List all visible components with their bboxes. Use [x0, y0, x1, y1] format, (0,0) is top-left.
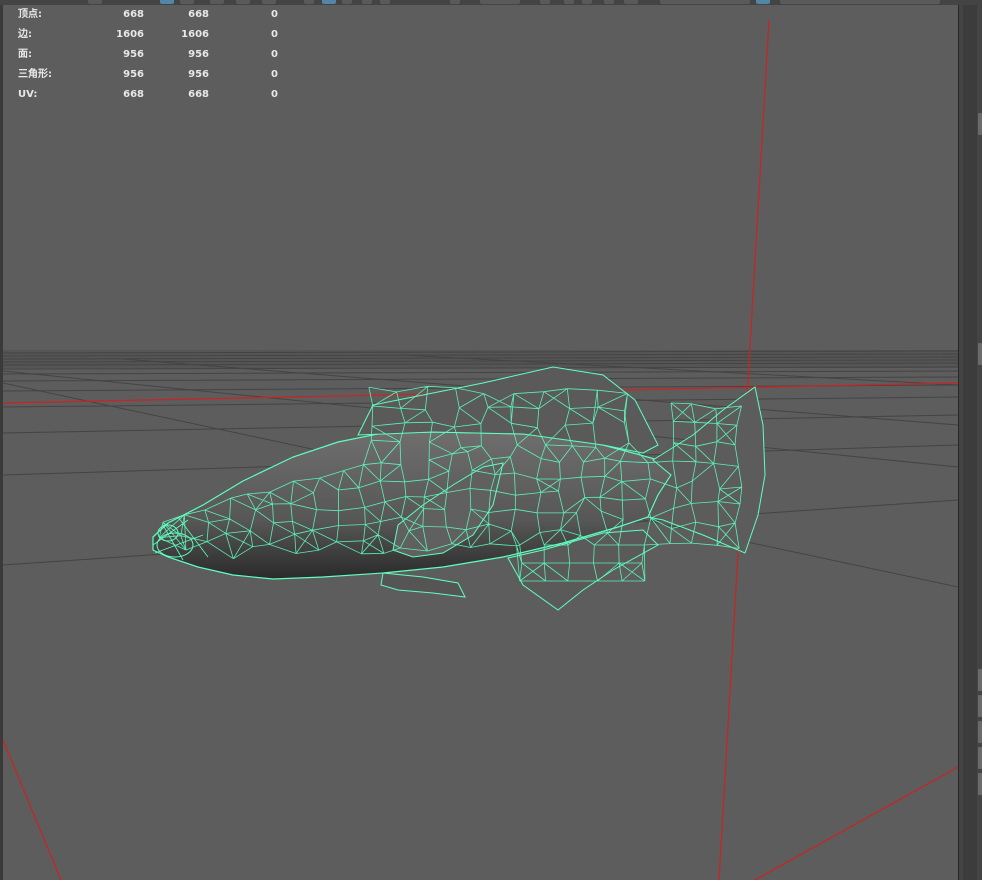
panel-tab[interactable] [978, 113, 982, 135]
3d-viewport[interactable]: 顶点: 668 668 0 边: 1606 1606 0 面: 956 956 0 三角形: 956 956… [3, 5, 958, 880]
scene-canvas[interactable] [3, 5, 958, 880]
toolbar-button[interactable] [380, 0, 390, 4]
hud-value: 956 [188, 49, 209, 60]
toolbar-button[interactable] [604, 0, 614, 4]
toolbar-button[interactable] [624, 0, 638, 4]
hud-value: 668 [123, 9, 144, 20]
tail-fin [647, 386, 766, 554]
toolbar-button[interactable] [210, 0, 224, 4]
panel-tab[interactable] [978, 343, 982, 365]
hud-value: 0 [271, 89, 278, 100]
poly-count-hud: 顶点: 668 668 0 边: 1606 1606 0 面: 956 956 0 三角形: 956 956… [18, 5, 278, 105]
panel-strip [963, 5, 977, 880]
toolbar-button[interactable] [262, 0, 276, 4]
right-side-panel [958, 5, 982, 880]
hud-label: 三角形: [18, 69, 52, 80]
panel-tab[interactable] [978, 773, 982, 795]
toolbar-button[interactable] [564, 0, 574, 4]
panel-tab[interactable] [978, 747, 982, 769]
toolbar-button[interactable] [756, 0, 770, 4]
toolbar-button[interactable] [342, 0, 352, 4]
toolbar-button[interactable] [540, 0, 550, 4]
panel-tab[interactable] [978, 721, 982, 743]
hud-label: 面: [18, 49, 32, 60]
toolbar-button[interactable] [480, 0, 520, 4]
hud-value: 956 [123, 69, 144, 80]
hud-value: 668 [123, 89, 144, 100]
hud-row: UV: 668 668 0 [18, 85, 278, 105]
hud-value: 0 [271, 49, 278, 60]
toolbar-button[interactable] [362, 0, 372, 4]
hud-row: 边: 1606 1606 0 [18, 25, 278, 45]
hud-row: 顶点: 668 668 0 [18, 5, 278, 25]
toolbar-field[interactable] [660, 0, 750, 4]
hud-value: 1606 [181, 29, 209, 40]
toolbar-button[interactable] [450, 0, 460, 4]
hud-label: 顶点: [18, 9, 42, 20]
hud-row: 三角形: 956 956 0 [18, 65, 278, 85]
hud-value: 668 [188, 89, 209, 100]
toolbar-button[interactable] [180, 0, 194, 4]
toolbar-button[interactable] [160, 0, 174, 4]
hud-value: 0 [271, 29, 278, 40]
panel-tab[interactable] [978, 695, 982, 717]
hud-value: 668 [188, 9, 209, 20]
hud-label: 边: [18, 29, 32, 40]
hud-value: 0 [271, 9, 278, 20]
hud-value: 956 [123, 49, 144, 60]
panel-tab[interactable] [978, 669, 982, 691]
hud-row: 面: 956 956 0 [18, 45, 278, 65]
toolbar-button[interactable] [88, 0, 102, 4]
hud-label: UV: [18, 89, 38, 100]
hud-value: 1606 [116, 29, 144, 40]
fish-wireframe-mesh[interactable] [152, 366, 766, 611]
maya-window: 顶点: 668 668 0 边: 1606 1606 0 面: 956 956 0 三角形: 956 956… [0, 0, 982, 880]
toolbar-button[interactable] [304, 0, 314, 4]
hud-value: 0 [271, 69, 278, 80]
toolbar-field[interactable] [780, 0, 940, 4]
hud-value: 956 [188, 69, 209, 80]
toolbar-button[interactable] [582, 0, 592, 4]
toolbar-button[interactable] [322, 0, 336, 4]
pelvic-fin [380, 572, 466, 598]
toolbar-button[interactable] [236, 0, 250, 4]
